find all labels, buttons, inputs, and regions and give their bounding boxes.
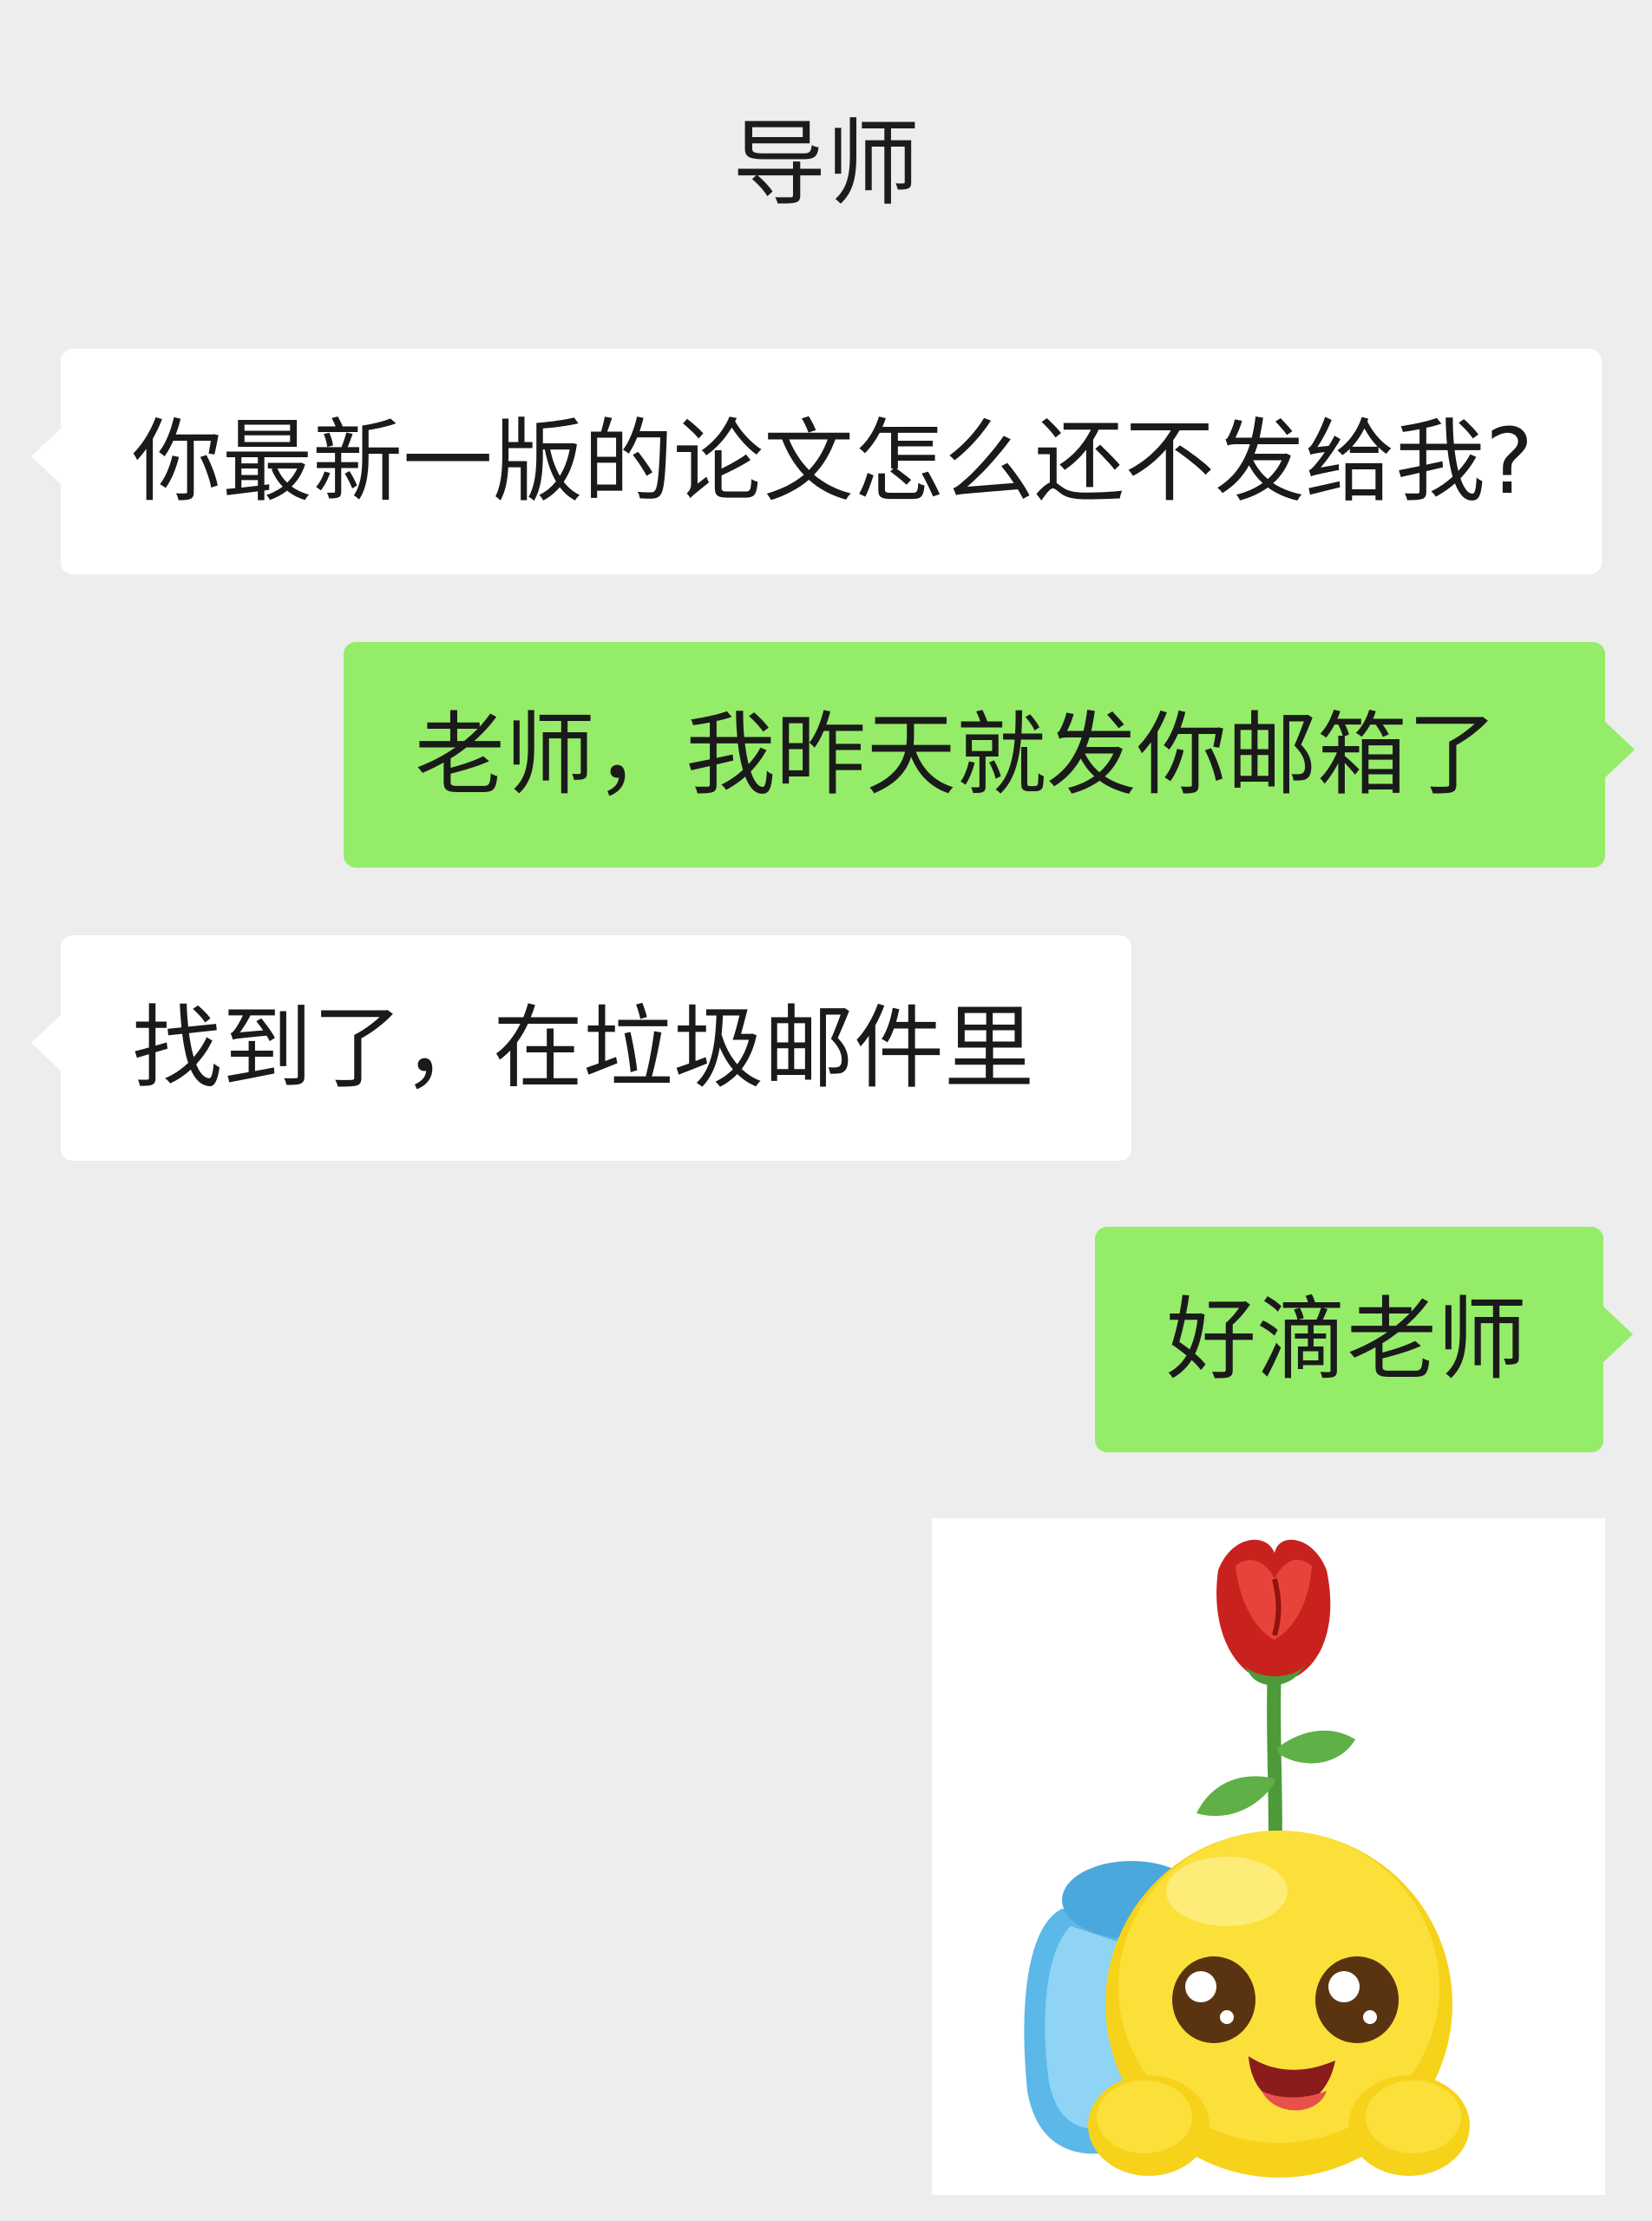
outgoing-message-bubble[interactable]: 好滴老师 bbox=[1095, 1227, 1633, 1452]
message-text: 老师，我昨天就发你邮箱了 bbox=[415, 702, 1498, 808]
message-text: 好滴老师 bbox=[1166, 1287, 1528, 1392]
incoming-message-bubble[interactable]: 你最新一版的论文怎么还不发给我? bbox=[31, 349, 1602, 574]
message-text: 找到了，在垃圾邮件里 bbox=[132, 995, 1035, 1101]
chat-title: 导师 bbox=[731, 110, 920, 219]
message-text: 你最新一版的论文怎么还不发给我? bbox=[132, 409, 1534, 514]
sticker-message[interactable] bbox=[932, 1518, 1605, 2195]
emoji-with-rose-sticker bbox=[1024, 1539, 1470, 2178]
incoming-message-bubble[interactable]: 找到了，在垃圾邮件里 bbox=[31, 935, 1131, 1161]
outgoing-message-bubble[interactable]: 老师，我昨天就发你邮箱了 bbox=[344, 642, 1635, 868]
